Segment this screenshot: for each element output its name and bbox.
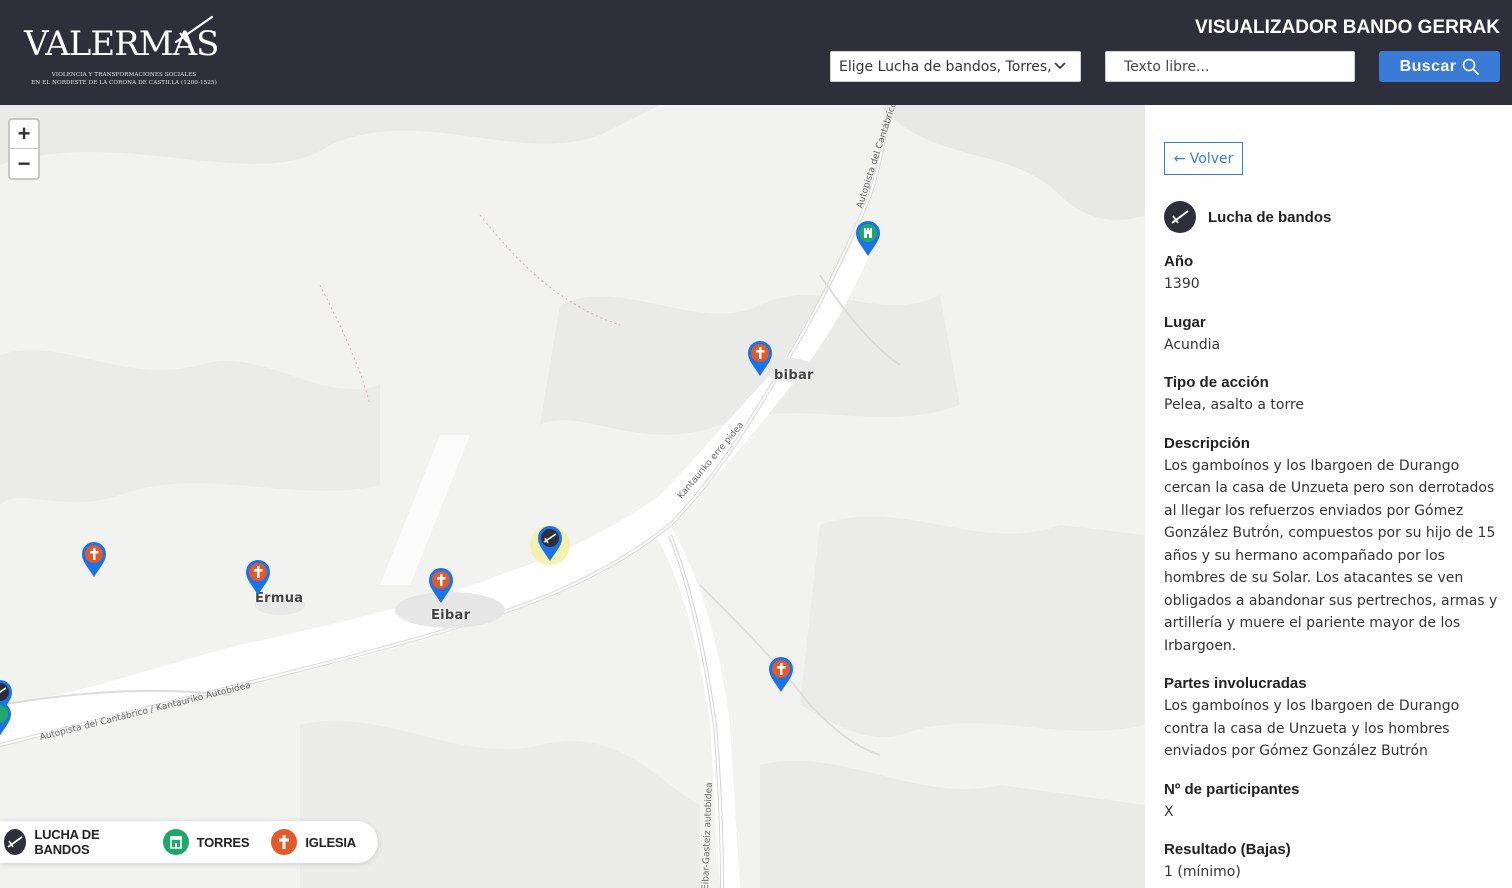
field-label: Descripción (1164, 434, 1250, 452)
search-button-label: Buscar (1399, 57, 1457, 75)
place-label-bibar: bibar (774, 368, 814, 383)
sword-icon (1164, 201, 1196, 233)
header: VALERMAS VIOLENCIA Y TRANSFORMACIONES SO… (0, 0, 1512, 105)
field-label: Resultado (Bajas) (1164, 841, 1291, 858)
sword-icon (4, 829, 27, 855)
field-label: Partes involucradas (1164, 675, 1307, 692)
map-marker-lucha-selected[interactable] (537, 526, 563, 562)
tower-icon (162, 829, 189, 855)
cross-icon (82, 542, 106, 577)
field-label: Lugar (1164, 313, 1206, 331)
field-value: Los gamboínos y los Ibargoen de Durango … (1164, 698, 1460, 759)
tower-icon (0, 702, 11, 736)
field-resultado: Resultado (Bajas) 1 (mínimo) (1164, 839, 1504, 884)
field-partes: Partes involucradas Los gamboínos y los … (1164, 673, 1504, 763)
logo[interactable]: VALERMAS VIOLENCIA Y TRANSFORMACIONES SO… (24, 14, 224, 92)
event-type-label: Lucha de bandos (1208, 208, 1332, 226)
search-input[interactable] (1105, 51, 1355, 82)
map-marker-torre[interactable] (855, 221, 881, 257)
event-type: Lucha de bandos (1164, 201, 1331, 233)
cross-icon (271, 829, 298, 855)
legend-item-lucha[interactable]: LUCHA DE BANDOS (4, 827, 141, 857)
map-marker-iglesia[interactable] (768, 657, 794, 693)
field-value: Acundia (1164, 336, 1221, 353)
cross-icon (246, 560, 270, 595)
field-value: 1 (mínimo) (1164, 864, 1241, 880)
search-icon (1463, 58, 1480, 75)
legend-label: TORRES (196, 834, 250, 850)
category-select-value: Elige Lucha de bandos, Torres, (839, 59, 1052, 75)
map-marker-torre[interactable] (0, 702, 12, 738)
legend-item-iglesia[interactable]: IGLESIA (271, 829, 356, 855)
logo-subtitle-line-1: VIOLENCIA Y TRANSFORMACIONES SOCIALES (51, 72, 197, 78)
field-lugar: Lugar Acundia (1164, 312, 1504, 357)
field-label: Nº de participantes (1164, 780, 1300, 798)
place-label-eibar: Eibar (431, 608, 471, 623)
sword-icon (538, 526, 562, 561)
sword-icon (174, 15, 214, 44)
zoom-in-button[interactable]: + (10, 120, 38, 149)
map-marker-iglesia[interactable] (747, 341, 773, 377)
field-ano: Año 1390 (1164, 251, 1504, 296)
map-marker-iglesia[interactable] (81, 542, 107, 578)
field-label: Tipo de acción (1164, 374, 1269, 391)
logo-subtitle-line-2: EN EL NORDESTE DE LA CORONA DE CASTILLA … (31, 79, 217, 86)
field-descripcion: Descripción Los gamboínos y los Ibargoen… (1164, 433, 1504, 658)
zoom-control: + − (8, 118, 40, 180)
back-button[interactable]: ← Volver (1164, 142, 1243, 175)
logo-subtitle: VIOLENCIA Y TRANSFORMACIONES SOCIALES EN… (24, 72, 224, 87)
chevron-down-icon (1054, 62, 1066, 70)
field-value: Pelea, asalto a torre (1164, 397, 1305, 413)
zoom-out-button[interactable]: − (10, 149, 38, 178)
cross-icon (769, 657, 793, 692)
category-select[interactable]: Elige Lucha de bandos, Torres, (830, 51, 1081, 82)
cross-icon (429, 568, 453, 603)
field-tipo-accion: Tipo de acción Pelea, asalto a torre (1164, 372, 1504, 417)
tower-icon (856, 221, 880, 256)
legend-label: LUCHA DE BANDOS (34, 827, 100, 857)
legend-label: IGLESIA (305, 834, 356, 850)
field-label: Año (1164, 253, 1194, 270)
app-title: VISUALIZADOR BANDO GERRAK (1194, 17, 1500, 38)
field-participantes: Nº de participantes X (1164, 779, 1504, 824)
legend-item-torres[interactable]: TORRES (162, 829, 250, 855)
field-value: X (1164, 803, 1174, 820)
search-button[interactable]: Buscar (1379, 51, 1500, 82)
map-marker-iglesia[interactable] (245, 560, 271, 596)
field-value: Los gamboínos y los Ibargoen de Durango … (1164, 457, 1498, 654)
map-legend: LUCHA DE BANDOS TORRES IGLESIA (0, 821, 378, 863)
map[interactable]: + − Ermua Eibar bibar Autopista del Cant… (0, 105, 1145, 888)
field-value: 1390 (1164, 276, 1200, 292)
cross-icon (748, 341, 772, 376)
event-fields: Año 1390 Lugar Acundia Tipo de acción Pe… (1164, 251, 1504, 888)
map-marker-iglesia[interactable] (428, 568, 454, 604)
detail-panel: ← Volver Lucha de bandos Año 1390 Lugar … (1145, 105, 1512, 888)
map-base (0, 105, 1145, 888)
